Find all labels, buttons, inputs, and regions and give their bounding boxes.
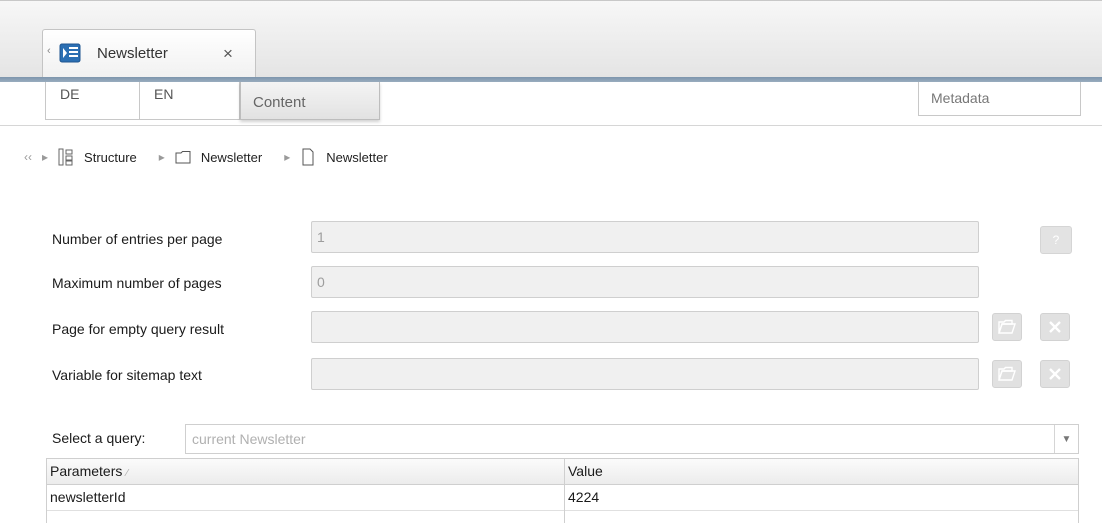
max-pages-field[interactable]: 0	[311, 266, 979, 298]
empty-result-page-label: Page for empty query result	[52, 321, 224, 337]
column-header-parameters[interactable]: Parameters ⁄	[47, 459, 564, 485]
open-folder-icon	[998, 319, 1016, 334]
tab-bar: ‹ Newsletter ×	[0, 0, 1102, 83]
query-label: Select a query:	[52, 430, 146, 446]
close-icon[interactable]: ×	[223, 44, 233, 64]
query-select[interactable]: current Newsletter ▼	[185, 424, 1079, 454]
table-row[interactable]: newsletterId 4224	[47, 485, 1078, 511]
breadcrumb-item-newsletter-folder[interactable]: Newsletter	[201, 150, 262, 165]
entries-per-page-field[interactable]: 1	[311, 221, 979, 253]
chevron-right-icon: ▸	[158, 150, 165, 164]
breadcrumb-item-newsletter-page[interactable]: Newsletter	[326, 150, 387, 165]
clear-button[interactable]	[1040, 360, 1070, 388]
content-tab-button[interactable]: Content	[240, 82, 380, 120]
parameters-table: Parameters ⁄ Value newsletterId 4224	[46, 458, 1079, 523]
entries-per-page-label: Number of entries per page	[52, 231, 223, 247]
column-header-value[interactable]: Value	[565, 459, 1079, 485]
parameter-name-cell: newsletterId	[50, 489, 126, 505]
language-bar: DE EN Content Metadata	[0, 82, 1102, 126]
language-tab-de[interactable]: DE	[45, 82, 140, 120]
sitemap-variable-field[interactable]	[311, 358, 979, 390]
column-divider	[564, 459, 565, 523]
sort-icon: ⁄	[126, 468, 129, 479]
close-icon	[1049, 368, 1061, 380]
breadcrumb-item-structure[interactable]: Structure	[84, 150, 137, 165]
metadata-button[interactable]: Metadata	[918, 82, 1081, 116]
empty-result-page-field[interactable]	[311, 311, 979, 343]
chevron-right-icon: ▸	[284, 150, 291, 164]
clear-button[interactable]	[1040, 313, 1070, 341]
query-selected-value: current Newsletter	[192, 431, 306, 447]
help-button[interactable]: ?	[1040, 226, 1072, 254]
tab-newsletter[interactable]: ‹ Newsletter ×	[42, 29, 256, 77]
column-header-label: Parameters	[50, 463, 123, 479]
folder-icon	[175, 148, 191, 166]
table-header: Parameters ⁄ Value	[47, 459, 1078, 485]
tab-scroll-left-icon[interactable]: ‹	[47, 45, 51, 57]
structure-icon	[58, 148, 74, 166]
back-icon[interactable]: ‹‹	[24, 150, 32, 164]
language-tab-en[interactable]: EN	[139, 82, 240, 120]
page-icon	[300, 148, 316, 166]
max-pages-label: Maximum number of pages	[52, 275, 222, 291]
tab-label: Newsletter	[97, 45, 168, 62]
close-icon	[1049, 321, 1061, 333]
chevron-down-icon[interactable]: ▼	[1054, 425, 1078, 453]
parameter-value-cell[interactable]: 4224	[565, 485, 1079, 511]
breadcrumb: ‹‹ ▸ Structure ▸ Newsletter ▸ Newsletter	[24, 145, 410, 169]
open-folder-icon	[998, 366, 1016, 381]
browse-button[interactable]	[992, 360, 1022, 388]
newsletter-document-icon	[59, 42, 81, 64]
browse-button[interactable]	[992, 313, 1022, 341]
sitemap-variable-label: Variable for sitemap text	[52, 367, 202, 383]
chevron-right-icon: ▸	[42, 150, 49, 164]
